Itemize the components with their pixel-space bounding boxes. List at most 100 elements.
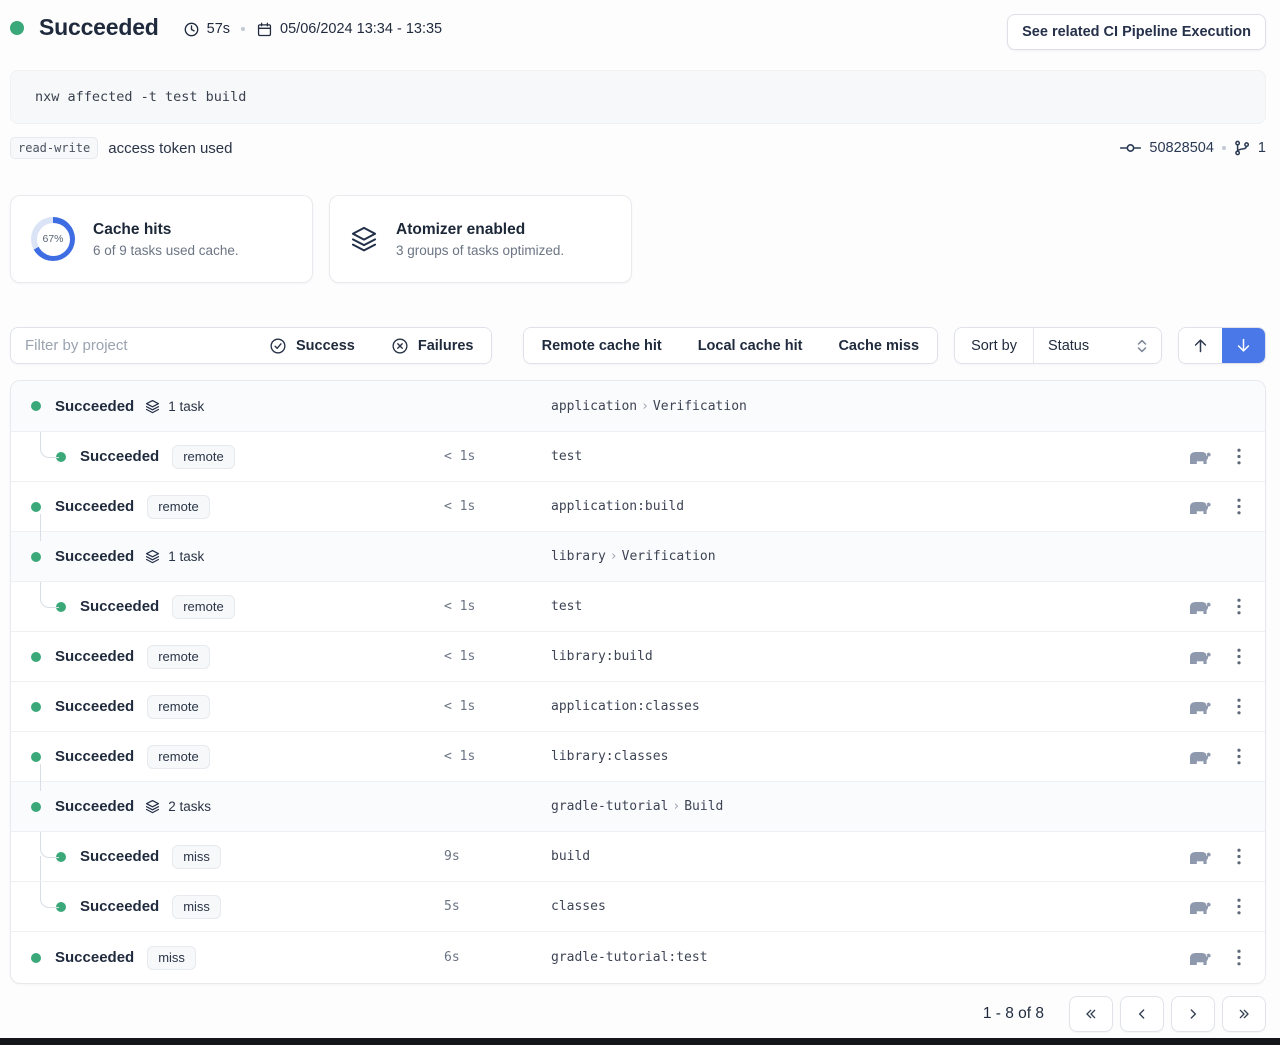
layers-icon (145, 549, 160, 564)
status-label: Succeeded (80, 598, 159, 615)
project-path: application›Verification (551, 399, 1249, 414)
kebab-menu-icon[interactable] (1237, 448, 1241, 465)
task-duration: < 1s (444, 699, 551, 714)
calendar-icon (256, 21, 273, 38)
status-dot (31, 802, 41, 812)
remote-cache-hit-button[interactable]: Remote cache hit (524, 328, 680, 363)
status-label: Succeeded (55, 698, 134, 715)
status-label: Succeeded (55, 548, 134, 565)
pagination: 1 - 8 of 8 (10, 996, 1266, 1038)
card-title: Cache hits (93, 221, 239, 239)
status-dot (31, 502, 41, 512)
task-name: library:build (551, 649, 1187, 664)
task-row[interactable]: Succeededmiss6sgradle-tutorial:test (11, 931, 1265, 983)
kebab-menu-icon[interactable] (1237, 698, 1241, 715)
task-group-row[interactable]: Succeeded2 tasksgradle-tutorial›Build (11, 781, 1265, 831)
gradle-elephant-icon (1187, 748, 1213, 766)
command-text: nxw affected -t test build (35, 89, 246, 105)
atomizer-card[interactable]: Atomizer enabled 3 groups of tasks optim… (329, 195, 632, 283)
kebab-menu-icon[interactable] (1237, 898, 1241, 915)
task-row[interactable]: Succeededremote< 1slibrary:classes (11, 731, 1265, 781)
arrow-up-icon (1191, 336, 1210, 355)
cache-status-badge: remote (147, 645, 209, 669)
page-title: Succeeded (39, 14, 159, 41)
cache-status-badge: remote (147, 695, 209, 719)
cache-status-badge: miss (172, 895, 221, 919)
see-related-pipeline-button[interactable]: See related CI Pipeline Execution (1007, 14, 1266, 50)
window-bottom-bar (0, 1038, 1280, 1045)
duration-meta: 57s (183, 21, 230, 38)
status-dot (10, 21, 24, 35)
sort-by-label: Sort by (955, 328, 1033, 363)
path-separator: › (668, 799, 684, 814)
branch-icon (1234, 140, 1250, 156)
token-row: read-write access token used 50828504 1 (10, 137, 1266, 159)
task-row[interactable]: Succeededremote< 1stest (11, 581, 1265, 631)
gradle-elephant-icon (1187, 598, 1213, 616)
clock-icon (183, 21, 200, 38)
next-page-button[interactable] (1171, 996, 1215, 1032)
task-name: application:build (551, 499, 1187, 514)
gradle-elephant-icon (1187, 498, 1213, 516)
cache-hits-donut: 67% (31, 217, 75, 261)
gradle-elephant-icon (1187, 648, 1213, 666)
sort-descending-button[interactable] (1222, 328, 1265, 363)
status-cluster: Succeededremote (11, 495, 444, 519)
kebab-menu-icon[interactable] (1237, 748, 1241, 765)
status-label: Succeeded (55, 798, 134, 815)
commit-id[interactable]: 50828504 (1149, 140, 1214, 156)
filter-by-project-input[interactable] (11, 328, 251, 363)
previous-page-button[interactable] (1120, 996, 1164, 1032)
task-row[interactable]: Succeededmiss5sclasses (11, 881, 1265, 931)
double-chevron-right-icon (1236, 1006, 1252, 1022)
kebab-menu-icon[interactable] (1237, 598, 1241, 615)
branch-count[interactable]: 1 (1258, 140, 1266, 156)
status-cluster: Succeeded remote (11, 745, 444, 769)
status-cluster: Succeeded1 task (11, 398, 444, 415)
kebab-menu-icon[interactable] (1237, 848, 1241, 865)
command-box: nxw affected -t test build (10, 70, 1266, 124)
task-name: classes (551, 899, 1187, 914)
task-group-row[interactable]: Succeeded1 task application›Verification (11, 381, 1265, 431)
task-group-row[interactable]: Succeeded1 tasklibrary›Verification (11, 531, 1265, 581)
kebab-menu-icon[interactable] (1237, 648, 1241, 665)
task-row[interactable]: Succeededremote< 1slibrary:build (11, 631, 1265, 681)
project-path: library›Verification (551, 549, 1249, 564)
sort-select[interactable]: Status (1033, 328, 1161, 363)
kebab-menu-icon[interactable] (1237, 498, 1241, 515)
cache-miss-button[interactable]: Cache miss (820, 328, 937, 363)
layers-icon (145, 799, 160, 814)
failures-filter-button[interactable]: Failures (373, 328, 492, 363)
card-subtitle: 3 groups of tasks optimized. (396, 243, 564, 258)
last-page-button[interactable] (1222, 996, 1266, 1032)
sort-ascending-button[interactable] (1179, 328, 1222, 363)
status-label: Succeeded (80, 898, 159, 915)
kebab-menu-icon[interactable] (1237, 949, 1241, 966)
task-list: Succeeded1 taskapplication›VerificationS… (10, 380, 1266, 984)
status-cluster: Succeededremote (11, 445, 444, 469)
task-count: 2 tasks (168, 799, 211, 814)
task-row[interactable]: Succeededremote< 1sapplication:build (11, 481, 1265, 531)
cache-status-badge: remote (147, 745, 209, 769)
gradle-elephant-icon (1187, 848, 1213, 866)
double-chevron-left-icon (1083, 1006, 1099, 1022)
local-cache-hit-button[interactable]: Local cache hit (680, 328, 821, 363)
task-row[interactable]: Succeededremote< 1stest (11, 431, 1265, 481)
sort-direction-group (1178, 327, 1266, 364)
path-separator: › (606, 549, 622, 564)
first-page-button[interactable] (1069, 996, 1113, 1032)
gradle-elephant-icon (1187, 698, 1213, 716)
cache-hits-card[interactable]: 67% Cache hits 6 of 9 tasks used cache. (10, 195, 313, 283)
run-details-page: Succeeded 57s 05/06/2024 13:34 - 13:35 S… (0, 0, 1280, 1038)
success-filter-button[interactable]: Success (251, 328, 373, 363)
status-label: Succeeded (55, 748, 134, 765)
status-dot (56, 852, 66, 862)
gradle-elephant-icon (1187, 898, 1213, 916)
cache-status-badge: remote (172, 595, 234, 619)
task-row[interactable]: Succeededmiss9sbuild (11, 831, 1265, 881)
task-row[interactable]: Succeededremote< 1sapplication:classes (11, 681, 1265, 731)
status-label: Succeeded (55, 398, 134, 415)
header: Succeeded 57s 05/06/2024 13:34 - 13:35 S… (10, 14, 1266, 50)
status-dot (56, 602, 66, 612)
task-name: gradle-tutorial:test (551, 950, 1187, 965)
